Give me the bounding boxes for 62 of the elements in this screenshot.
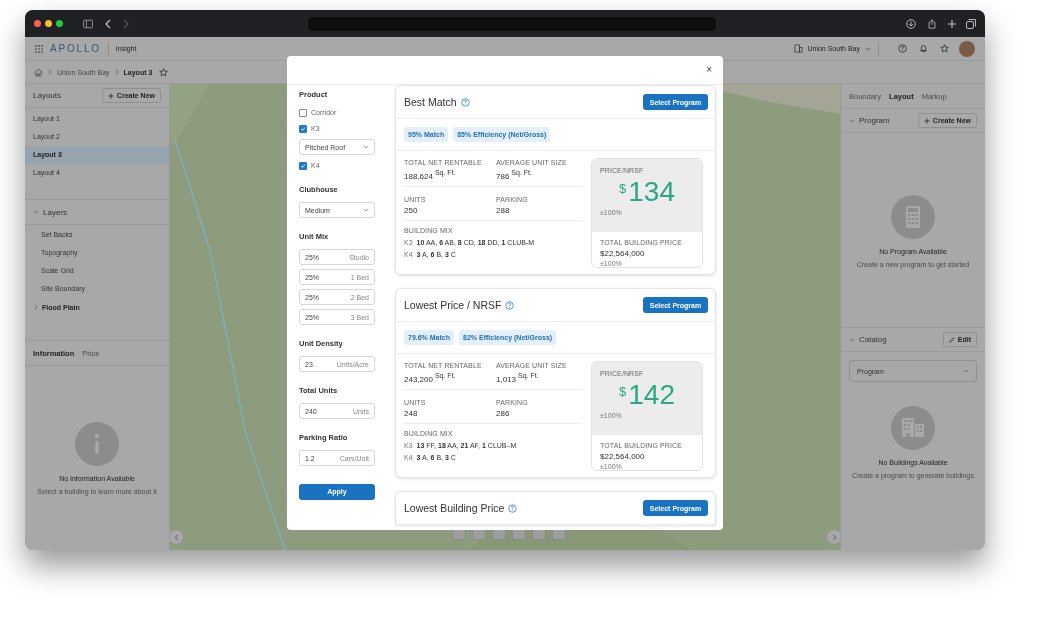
info-icon (75, 422, 119, 466)
calculator-icon (891, 195, 935, 239)
user-avatar[interactable] (959, 40, 975, 57)
price-value: 134 (628, 177, 675, 207)
pencil-icon (948, 336, 955, 343)
chevron-right-icon (48, 69, 52, 75)
tabs-icon[interactable] (966, 18, 977, 29)
stat-value: 243,200 (404, 374, 433, 384)
share-icon[interactable] (927, 18, 938, 29)
chevron-icon[interactable] (849, 336, 855, 343)
chevron-right-icon (831, 533, 837, 541)
card-title: Lowest Price / NRSF (404, 299, 502, 311)
bell-icon[interactable] (919, 44, 928, 53)
stat-value: 188,624 (404, 171, 433, 181)
chevron-icon[interactable] (33, 304, 39, 310)
plus-icon (923, 117, 930, 124)
checkbox[interactable] (299, 124, 307, 133)
chevron-down-icon (963, 369, 969, 373)
panel-title: Program (859, 116, 890, 125)
chevron-down-icon (363, 145, 369, 149)
help-icon[interactable] (898, 44, 907, 53)
new-tab-icon[interactable] (947, 18, 958, 29)
card-title: Best Match (404, 96, 457, 108)
currency-symbol: $ (619, 384, 627, 399)
checkbox[interactable] (299, 161, 307, 170)
close-button[interactable]: × (703, 64, 715, 76)
help-icon[interactable] (460, 97, 470, 107)
buildings-icon (891, 406, 935, 450)
home-icon[interactable] (34, 67, 43, 77)
card-title: Lowest Building Price (404, 502, 505, 514)
close-window-icon[interactable] (34, 20, 41, 27)
panel-title: Layouts (33, 91, 62, 100)
stat-value: 1,013 (496, 374, 517, 384)
panel-title: Layers (43, 207, 67, 217)
help-icon[interactable] (508, 503, 518, 513)
stat-value: 248 (404, 408, 418, 418)
apps-grid-icon[interactable] (35, 44, 43, 53)
panel-title: Catalog (859, 335, 887, 344)
currency-symbol: $ (619, 181, 627, 196)
total-price: $22,564,000 (600, 249, 646, 258)
download-icon[interactable] (906, 18, 917, 29)
building-icon (794, 44, 804, 53)
stat-value: 786 (496, 171, 510, 181)
chevron-right-icon (114, 69, 119, 75)
checkbox[interactable] (299, 108, 307, 117)
plus-icon (107, 92, 114, 99)
chevron-icon[interactable] (33, 209, 39, 215)
maximize-window-icon[interactable] (55, 20, 63, 27)
chevron-left-icon (173, 533, 179, 541)
star-icon[interactable] (159, 67, 169, 77)
stat-value: 250 (404, 205, 418, 215)
chevron-down-icon (363, 208, 369, 212)
total-price: $22,564,000 (600, 452, 646, 461)
stat-value: 286 (496, 408, 510, 418)
minimize-window-icon[interactable] (45, 20, 52, 27)
help-icon[interactable] (505, 300, 515, 310)
chevron-down-icon[interactable] (865, 46, 871, 51)
stat-value: 288 (496, 205, 510, 215)
chevron-icon[interactable] (849, 117, 855, 124)
sidebar-icon[interactable] (82, 18, 93, 29)
star-icon[interactable] (940, 44, 949, 53)
price-value: 142 (628, 380, 675, 410)
